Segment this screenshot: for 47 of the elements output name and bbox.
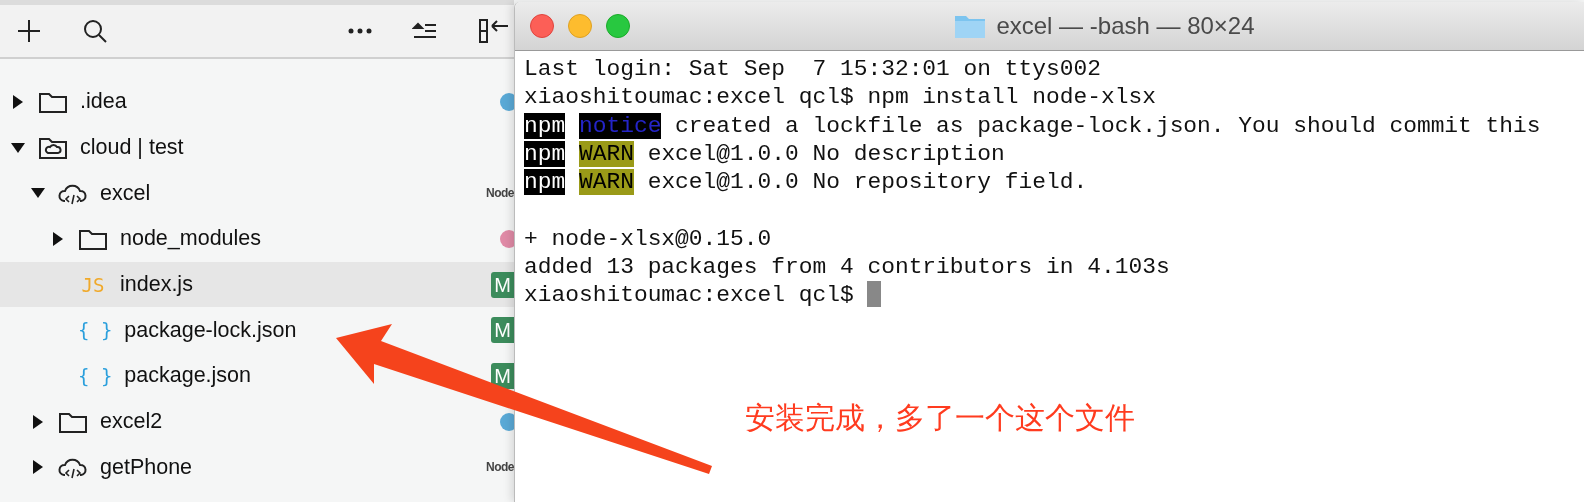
item-label: cloud | test [80,135,184,161]
modified-badge: M [491,362,514,389]
runtime-label: Node [486,186,514,201]
more-button[interactable] [346,26,374,36]
terminal-line: npm WARN excel@1.0.0 No repository field. [524,169,1088,196]
item-label: package.json [124,363,252,389]
item-label: node_modules [120,226,262,252]
file-type-icon: { } [78,364,113,387]
tree-item[interactable]: excel Node [0,170,514,217]
close-button[interactable] [530,14,554,38]
modified-badge: M [491,271,514,298]
tree-item[interactable]: JS index.js M [0,261,514,308]
annotation-text: 安装完成，多了一个这个文件 [745,399,1135,437]
tree-item[interactable]: cloud | test [0,124,514,171]
file-type-icon: { } [78,319,113,342]
text-cursor [867,281,882,308]
item-label: .idea [80,89,127,115]
collapsed-caret-icon[interactable] [12,93,24,110]
terminal-line: Last login: Sat Sep 7 15:32:01 on ttys002 [524,56,1101,82]
expanded-caret-icon[interactable] [30,187,46,200]
expanded-caret-icon[interactable] [10,141,26,154]
item-label: index.js [120,272,193,298]
item-label: package-lock.json [124,317,297,343]
item-label: excel [100,180,151,206]
terminal-line: xiaoshitoumac:excel qcl$ [524,282,855,309]
item-label: getPhone [100,454,193,480]
terminal-line: + node-xlsx@0.15.0 [524,225,772,252]
folder-icon [954,13,987,39]
file-type-icon: JS [78,273,108,296]
collapsed-caret-icon[interactable] [32,413,44,430]
modified-badge: M [491,317,514,344]
terminal-line: npm notice created a lockfile as package-lock.json. You should commit this [524,112,1541,139]
runtime-label: Node [486,460,514,475]
terminal-line: xiaoshitoumac:excel qcl$ npm install node-xlsx [524,84,1156,111]
add-icon [16,18,42,44]
tree-item[interactable]: { } package.json M [0,353,514,399]
search-icon [82,18,108,44]
item-label: excel2 [100,409,163,435]
window-title: excel — -bash — 80×24 [996,12,1255,40]
tree-item[interactable]: { } package-lock.json M [0,307,514,354]
tree-item[interactable]: getPhone Node [0,444,514,491]
terminal-line: added 13 packages from 4 contributors in 4.103s [524,254,1170,281]
cloud-folder-icon [38,135,68,160]
collapsed-caret-icon[interactable] [32,459,44,476]
collapsed-caret-icon[interactable] [52,230,64,247]
terminal-line: npm WARN excel@1.0.0 No description [524,140,1005,167]
more-icon [348,28,372,34]
